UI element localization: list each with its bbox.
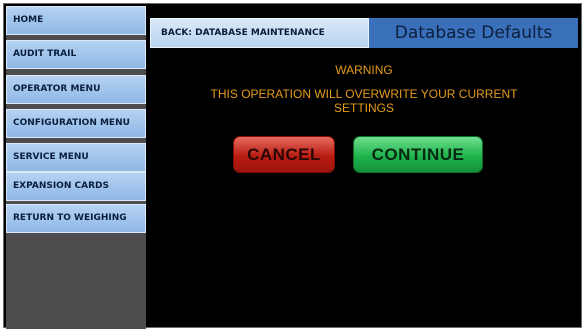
warning-title: WARNING — [335, 63, 393, 77]
nav-operator-menu-button[interactable]: OPERATOR MENU — [6, 75, 146, 104]
back-button[interactable]: BACK: DATABASE MAINTENANCE — [150, 18, 369, 48]
nav-service-menu-button[interactable]: SERVICE MENU — [6, 143, 146, 172]
warning-message: THIS OPERATION WILL OVERWRITE YOUR CURRE… — [210, 87, 518, 115]
cancel-button[interactable]: CANCEL — [233, 136, 335, 173]
nav-home-button[interactable]: HOME — [6, 6, 146, 35]
nav-configuration-menu-button[interactable]: CONFIGURATION MENU — [6, 109, 146, 138]
nav-return-to-weighing-button[interactable]: RETURN TO WEIGHING — [6, 204, 146, 233]
sidebar: HOME AUDIT TRAIL OPERATOR MENU CONFIGURA… — [6, 6, 146, 329]
continue-button[interactable]: CONTINUE — [353, 136, 483, 173]
page-title: Database Defaults — [369, 18, 578, 48]
nav-expansion-cards-button[interactable]: EXPANSION CARDS — [6, 172, 146, 201]
nav-audit-trail-button[interactable]: AUDIT TRAIL — [6, 40, 146, 69]
